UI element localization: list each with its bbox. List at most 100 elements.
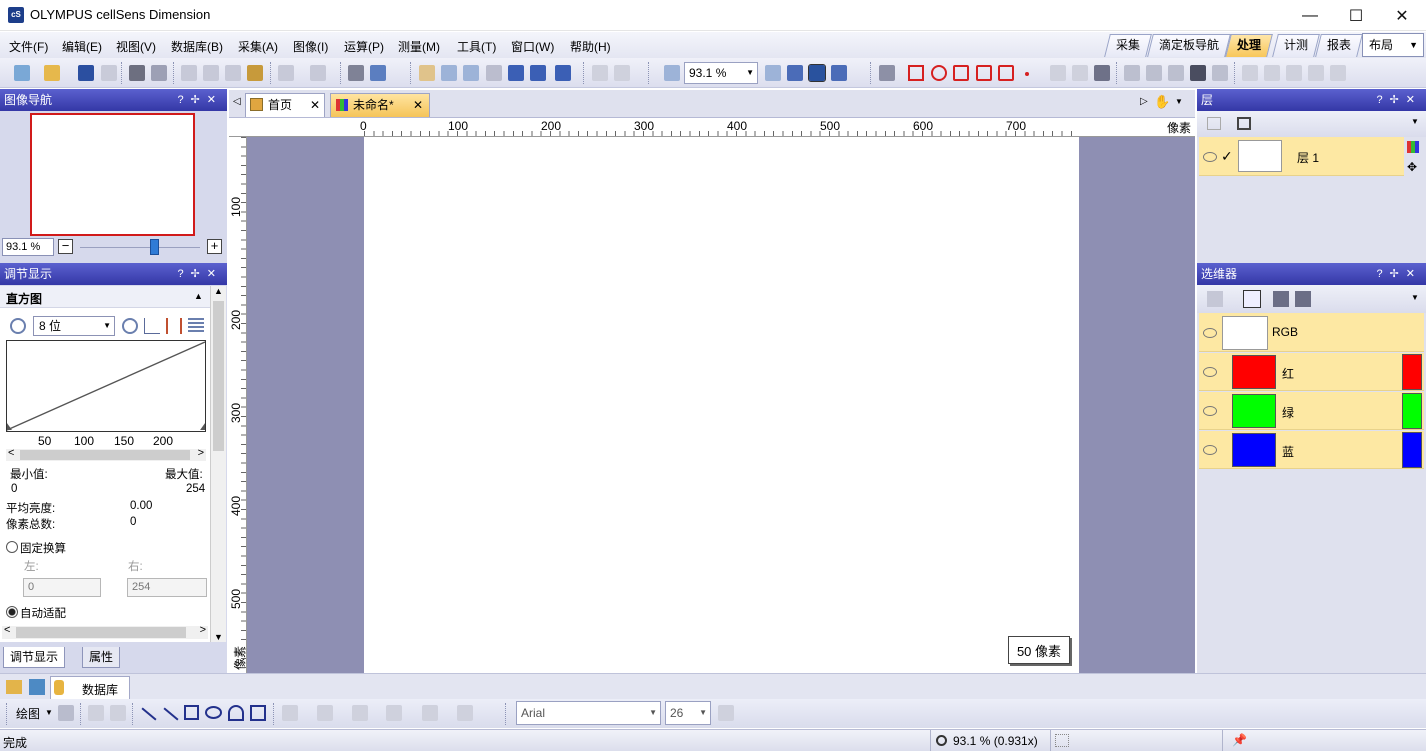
chevron-down-icon[interactable]: ▼: [1175, 97, 1183, 106]
arrow-style-icon[interactable]: [457, 705, 473, 721]
menu-process[interactable]: 运算(P): [344, 38, 384, 55]
cut-icon[interactable]: [181, 65, 197, 81]
channel-row-blue[interactable]: 蓝: [1199, 431, 1424, 469]
draw-edit-icon[interactable]: [88, 705, 104, 721]
close-tab-icon[interactable]: ✕: [413, 94, 423, 116]
image-op-icon[interactable]: [1124, 65, 1140, 81]
histogram-hscroll[interactable]: < >: [6, 447, 206, 461]
visibility-eye-icon[interactable]: [1203, 367, 1217, 377]
right-value-spinner[interactable]: 254: [127, 578, 207, 597]
channel-color-strip[interactable]: [1402, 354, 1422, 390]
tabs-scroll-left-icon[interactable]: ◁: [233, 96, 241, 107]
scale-bar[interactable]: 50 像素: [1008, 636, 1070, 664]
visibility-eye-icon[interactable]: [1203, 406, 1217, 416]
line-style-icon[interactable]: [422, 705, 438, 721]
roi-paste-icon[interactable]: [1072, 65, 1088, 81]
filter-icon[interactable]: [1308, 65, 1324, 81]
menu-database[interactable]: 数据库(B): [171, 38, 223, 55]
export-icon[interactable]: [101, 65, 117, 81]
point-roi-icon[interactable]: [1025, 72, 1029, 76]
tab-adjust-display[interactable]: 调节显示: [3, 647, 66, 668]
navigator-zoom-slider[interactable]: [80, 247, 200, 248]
fixed-scale-radio[interactable]: [6, 541, 18, 553]
panel-vscroll[interactable]: ▲ ▼: [210, 286, 226, 642]
panel-header-buttons[interactable]: ?✢✕: [177, 263, 223, 285]
fit-window-icon[interactable]: [808, 64, 826, 82]
navigator-zoom-slider-thumb[interactable]: [150, 239, 160, 255]
eraser-icon[interactable]: [110, 705, 126, 721]
tab-untitled[interactable]: 未命名* ✕: [330, 93, 430, 117]
rectangle-tool-icon[interactable]: [184, 705, 199, 720]
layer-lock-icon[interactable]: ✥: [1407, 160, 1421, 174]
scroll-left-icon[interactable]: <: [4, 624, 10, 636]
navigator-thumbnail[interactable]: [30, 113, 195, 236]
menu-edit[interactable]: 编辑(E): [62, 38, 102, 55]
scroll-down-icon[interactable]: ▼: [214, 632, 223, 642]
font-family-select[interactable]: Arial ▼: [516, 701, 661, 725]
filter-icon[interactable]: [1286, 65, 1302, 81]
font-size-select[interactable]: 26 ▼: [665, 701, 711, 725]
menu-image[interactable]: 图像(I): [293, 38, 328, 55]
draw-select-icon[interactable]: [58, 705, 74, 721]
context-help-icon[interactable]: [370, 65, 386, 81]
layout-tab-plate-navigator[interactable]: 滴定板导航: [1147, 34, 1231, 57]
filter-icon[interactable]: [1242, 65, 1258, 81]
text-color-icon[interactable]: [718, 705, 734, 721]
left-value-spinner[interactable]: 0: [23, 578, 101, 597]
navigator-zoom-out-button[interactable]: −: [58, 239, 73, 254]
hand-icon[interactable]: ✋: [1154, 94, 1170, 110]
grid-icon[interactable]: [1055, 734, 1069, 747]
channel-split-icon[interactable]: [1273, 291, 1289, 307]
channel-tool-icon[interactable]: [1207, 291, 1223, 307]
channel-row-red[interactable]: 红: [1199, 353, 1424, 391]
histogram-bars-icon[interactable]: [166, 318, 182, 334]
snapshot-icon[interactable]: [348, 65, 364, 81]
line-tool-icon[interactable]: [141, 707, 157, 721]
scroll-thumb[interactable]: [213, 301, 224, 451]
scroll-right-icon[interactable]: >: [200, 624, 206, 636]
fill-color-icon[interactable]: [282, 705, 298, 721]
fit-width-icon[interactable]: [831, 65, 847, 81]
zoom-combo[interactable]: 93.1 % ▼: [684, 62, 758, 84]
ellipse-roi-icon[interactable]: [931, 65, 947, 81]
chevron-down-icon[interactable]: ▼: [45, 708, 53, 717]
panel-header-buttons[interactable]: ?✢✕: [177, 89, 223, 111]
channel-row-rgb[interactable]: RGB: [1199, 313, 1424, 352]
select-arrow-icon[interactable]: [486, 65, 502, 81]
paste-special-icon[interactable]: [247, 65, 263, 81]
channels-icon[interactable]: [188, 318, 204, 334]
filter-icon[interactable]: [1330, 65, 1346, 81]
fit-image-icon[interactable]: [787, 65, 803, 81]
visibility-eye-icon[interactable]: [1203, 328, 1217, 338]
new-document-icon[interactable]: [14, 65, 30, 81]
channel-row-green[interactable]: 绿: [1199, 392, 1424, 430]
layer-row[interactable]: ✓ 层 1: [1199, 137, 1404, 176]
roi-copy-icon[interactable]: [1050, 65, 1066, 81]
image-op-icon[interactable]: [1168, 65, 1184, 81]
close-tab-icon[interactable]: ✕: [310, 94, 320, 116]
move-select-icon[interactable]: [530, 65, 546, 81]
undo-icon[interactable]: [278, 65, 294, 81]
maximize-button[interactable]: ☐: [1333, 0, 1379, 31]
collapse-up-icon[interactable]: ▲: [194, 291, 203, 301]
arrow-tool-icon[interactable]: [163, 707, 179, 721]
image-op-icon[interactable]: [1212, 65, 1228, 81]
histogram-plot[interactable]: [6, 340, 206, 432]
scroll-up-icon[interactable]: ▲: [214, 286, 223, 296]
new-layer-icon[interactable]: [1207, 117, 1221, 130]
roi-manager-icon[interactable]: [1094, 65, 1110, 81]
menu-view[interactable]: 视图(V): [116, 38, 156, 55]
layout-dropdown[interactable]: 布局 ▼: [1362, 33, 1424, 57]
layer-color-icon[interactable]: [1407, 141, 1419, 153]
paste-icon[interactable]: [225, 65, 241, 81]
zoom-in-icon[interactable]: [765, 65, 781, 81]
chevron-down-icon[interactable]: ▼: [1411, 293, 1419, 302]
check-icon[interactable]: [592, 65, 608, 81]
measure-select-icon[interactable]: [879, 65, 895, 81]
menu-measure[interactable]: 测量(M): [398, 38, 440, 55]
crop-icon[interactable]: [555, 65, 571, 81]
filter-icon[interactable]: [1264, 65, 1280, 81]
gallery-icon[interactable]: [29, 679, 45, 695]
save-icon[interactable]: [78, 65, 94, 81]
cancel-x-icon[interactable]: [614, 65, 630, 81]
